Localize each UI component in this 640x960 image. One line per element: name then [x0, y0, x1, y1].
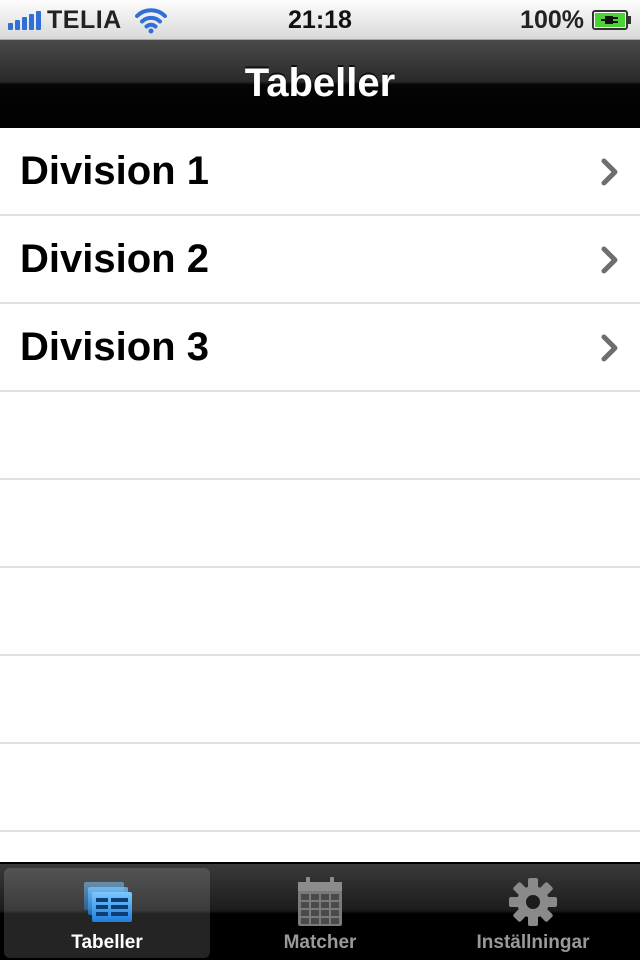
signal-bars-icon: [8, 10, 41, 30]
status-bar: TELIA 21:18 100%: [0, 0, 640, 40]
empty-row: [0, 656, 640, 744]
tables-icon: [84, 882, 132, 922]
tab-tabeller[interactable]: Tabeller: [4, 868, 210, 958]
tab-label: Matcher: [283, 932, 357, 953]
list-item-label: Division 3: [20, 325, 209, 369]
battery-percent: 100%: [520, 5, 584, 34]
calendar-icon: [298, 877, 342, 926]
navigation-bar: Tabeller: [0, 40, 640, 128]
tab-label: Tabeller: [71, 932, 143, 953]
battery-charging-icon: [592, 10, 631, 30]
empty-row: [0, 392, 640, 480]
tab-installningar[interactable]: Inställningar: [430, 868, 636, 958]
tab-matcher[interactable]: Matcher: [217, 868, 423, 958]
chevron-right-icon: [601, 158, 618, 186]
tab-label: Inställningar: [476, 932, 590, 953]
chevron-right-icon: [601, 334, 618, 362]
list-item-label: Division 2: [20, 237, 209, 281]
tab-bar: Tabeller Matcher Inställningar: [0, 862, 640, 960]
list-item-division-1[interactable]: Division 1: [0, 128, 640, 216]
status-left: TELIA: [8, 0, 168, 40]
carrier-name: TELIA: [47, 5, 122, 34]
empty-row: [0, 568, 640, 656]
list-item-division-3[interactable]: Division 3: [0, 304, 640, 392]
status-right: 100%: [520, 0, 632, 40]
page-title: Tabeller: [244, 61, 396, 105]
gear-icon: [509, 878, 557, 926]
division-list: Division 1 Division 2 Division 3: [0, 128, 640, 862]
wifi-icon: [134, 8, 167, 34]
list-item-label: Division 1: [20, 149, 209, 193]
empty-row: [0, 480, 640, 568]
list-item-division-2[interactable]: Division 2: [0, 216, 640, 304]
empty-row: [0, 744, 640, 832]
chevron-right-icon: [601, 246, 618, 274]
